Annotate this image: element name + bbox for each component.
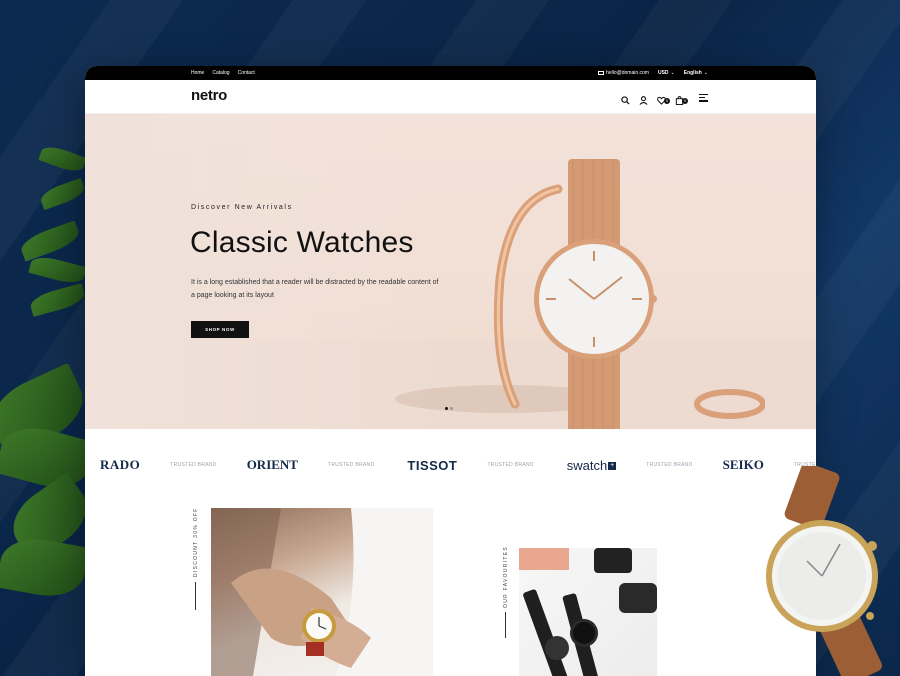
site-logo[interactable]: netro xyxy=(191,87,227,104)
slide-dot-2[interactable] xyxy=(450,407,453,410)
brand-orient[interactable]: ORIENT xyxy=(247,457,298,473)
hero-eyebrow: Discover New Arrivals xyxy=(191,204,293,211)
search-icon[interactable] xyxy=(621,92,630,105)
language-selector[interactable]: English ⌄ xyxy=(684,66,708,80)
heart-icon[interactable]: 0 xyxy=(657,92,670,105)
top-nav: Home Catalog Contact xyxy=(191,66,255,80)
brand-rado[interactable]: RADO xyxy=(100,457,140,473)
currency-value: USD xyxy=(657,70,669,76)
email-link[interactable]: hello@domain.com xyxy=(598,66,649,80)
wishlist-count-badge: 0 xyxy=(664,98,670,104)
brand-strip: RADO TRUSTED BRAND ORIENT TRUSTED BRAND … xyxy=(85,456,816,474)
cart-count-badge: 0 xyxy=(682,98,688,104)
shop-now-button[interactable]: SHOP NOW xyxy=(191,321,249,338)
language-value: English xyxy=(683,70,702,76)
chevron-down-icon: ⌄ xyxy=(670,70,675,76)
discount-product-image[interactable] xyxy=(211,508,433,676)
top-bar: Home Catalog Contact hello@domain.com US… xyxy=(85,66,816,80)
brand-swatch[interactable]: swatch + xyxy=(566,457,617,473)
menu-icon[interactable] xyxy=(699,94,708,104)
hero-banner: Discover New Arrivals Classic Watches It… xyxy=(85,114,816,429)
nav-home-link[interactable]: Home xyxy=(191,66,204,80)
brand-tissot[interactable]: TISSOT xyxy=(407,458,457,473)
slide-dot-1[interactable] xyxy=(445,407,448,410)
brand-separator: TRUSTED BRAND xyxy=(170,462,217,468)
wrist-watch-image xyxy=(211,508,433,676)
nav-contact-link[interactable]: Contact xyxy=(238,66,255,80)
slider-dots xyxy=(445,407,453,410)
user-icon[interactable] xyxy=(639,92,648,105)
brand-separator: TRUSTED BRAND xyxy=(487,462,534,468)
nav-catalog-link[interactable]: Catalog xyxy=(212,66,229,80)
brand-separator: TRUSTED BRAND xyxy=(646,462,693,468)
smartwatches-image xyxy=(519,548,657,676)
swiss-cross-icon: + xyxy=(608,462,617,471)
top-bar-right: hello@domain.com USD ⌄ English ⌄ xyxy=(598,66,708,80)
browser-frame: Home Catalog Contact hello@domain.com US… xyxy=(85,66,816,676)
chevron-down-icon: ⌄ xyxy=(703,70,708,76)
favourites-product-image[interactable] xyxy=(519,548,657,676)
discount-section-label: DISCOUNT 30% OFF xyxy=(193,507,199,577)
section-divider-line xyxy=(505,612,506,638)
decorative-leather-watch xyxy=(752,462,900,676)
bag-icon[interactable]: 0 xyxy=(675,92,688,106)
brand-separator: TRUSTED BRAND xyxy=(327,462,375,468)
brand-swatch-text: swatch xyxy=(566,457,608,473)
header-icons: 0 0 xyxy=(621,92,688,106)
currency-selector[interactable]: USD ⌄ xyxy=(658,66,675,80)
favourites-section-label: OUR FAVOURITES xyxy=(503,545,509,608)
site-header: netro 0 0 xyxy=(85,80,816,114)
hero-watch-image xyxy=(395,159,765,429)
mail-icon xyxy=(598,70,605,75)
section-divider-line xyxy=(195,582,196,610)
email-text: hello@domain.com xyxy=(606,70,649,76)
